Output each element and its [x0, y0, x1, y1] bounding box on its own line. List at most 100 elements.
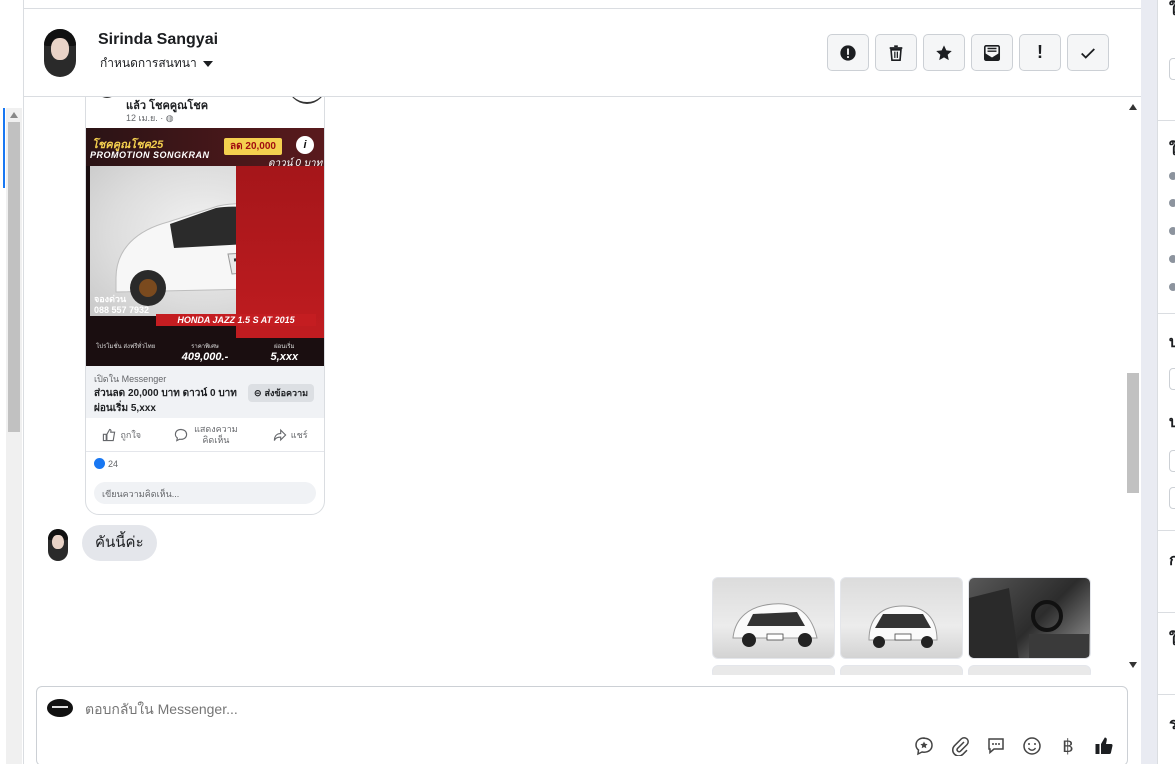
thread-scrollbar[interactable]: [1125, 97, 1141, 675]
panel-list-icon: [1169, 199, 1175, 207]
share-icon: [273, 428, 287, 441]
photo-attachment[interactable]: [968, 577, 1091, 659]
follow-up-button[interactable]: !: [1019, 34, 1061, 71]
comment-icon: [174, 428, 188, 442]
ad-install: 5,xxx: [270, 351, 299, 363]
emoji-button[interactable]: [1021, 735, 1043, 757]
share-button[interactable]: แชร์: [273, 428, 308, 442]
panel-divider: [1158, 530, 1175, 531]
post-actions: ถูกใจ แสดงความคิดเห็น แชร์: [86, 418, 324, 452]
send-like-button[interactable]: [1093, 735, 1115, 757]
globe-icon: ◍: [165, 113, 174, 123]
header-action-buttons: !: [827, 34, 1109, 71]
send-message-label: ส่งข้อความ: [264, 388, 309, 398]
ad-phone: 088 557 7932: [94, 305, 150, 315]
open-in-messenger: เปิดใน Messenger: [94, 374, 167, 384]
scroll-down-arrow-icon[interactable]: [1129, 662, 1137, 668]
paperclip-icon: [952, 736, 969, 756]
star-button[interactable]: [923, 34, 965, 71]
panel-section-heading: ใ: [1169, 628, 1175, 653]
like-count-row[interactable]: 24: [94, 458, 118, 469]
ad-discount-badge: ลด 20,000: [224, 138, 282, 155]
report-button[interactable]: [827, 34, 869, 71]
reply-input[interactable]: [85, 701, 885, 717]
photo-attachment[interactable]: [840, 665, 963, 675]
photo-attachment[interactable]: [840, 577, 963, 659]
page-logo-icon: [47, 699, 73, 717]
inbox-app: Sirinda Sangyai กำหนดการสนทนา ! แล้ว โชค…: [0, 0, 1175, 764]
panel-input[interactable]: [1169, 450, 1175, 472]
ad-promo-text: PROMOTION SONGKRAN: [90, 150, 210, 160]
scrollbar-thumb[interactable]: [8, 122, 20, 432]
post-date-text: 12 เม.ย. ·: [126, 113, 166, 123]
ad-service: โปรโมชั่น ส่งฟรีทั่วไทย: [96, 344, 156, 350]
comment-input[interactable]: เขียนความคิดเห็น...: [94, 482, 316, 504]
send-message-button[interactable]: ⊝ ส่งข้อความ: [248, 384, 315, 402]
panel-section-heading: ใ: [1169, 138, 1175, 163]
conversation-list-scrollbar[interactable]: [6, 108, 22, 764]
ad-model: HONDA JAZZ 1.5 S AT 2015: [156, 314, 316, 326]
ad-image[interactable]: โชคคูณโชค25 PROMOTION SONGKRAN ลด 20,000…: [86, 128, 324, 366]
contact-details-panel: ใ ใ บ บ ก ใ ร: [1157, 0, 1175, 764]
conversation-header: Sirinda Sangyai กำหนดการสนทนา !: [24, 8, 1141, 97]
payment-button[interactable]: ฿: [1057, 735, 1079, 757]
panel-input[interactable]: [1169, 58, 1175, 80]
incoming-message-bubble[interactable]: คันนี้ค่ะ: [82, 525, 157, 561]
mark-unread-icon: [983, 44, 1001, 61]
like-count: 24: [108, 458, 119, 469]
saved-reply-icon: [915, 737, 933, 756]
photo-attachment[interactable]: [712, 577, 835, 659]
composer-toolbar: ฿: [913, 735, 1115, 757]
sender-avatar: [48, 529, 68, 561]
panel-list-icon: [1169, 227, 1175, 235]
panel-divider: [1158, 313, 1175, 314]
mark-unread-button[interactable]: [971, 34, 1013, 71]
assign-conversation-dropdown[interactable]: กำหนดการสนทนา: [100, 54, 213, 73]
ad-headline: ส่วนลด 20,000 บาท ดาวน์ 0 บาท ผ่อนเริ่ม …: [94, 388, 237, 414]
comment-label: แสดงความคิดเห็น: [194, 423, 238, 445]
attach-button[interactable]: [949, 735, 971, 757]
photo-attachment[interactable]: [968, 665, 1091, 675]
panel-list-icon: [1169, 255, 1175, 263]
scrollbar-thumb[interactable]: [1127, 373, 1139, 493]
contact-avatar[interactable]: [44, 29, 76, 77]
star-icon: [936, 44, 952, 60]
saved-reply-button[interactable]: [913, 735, 935, 757]
panel-divider: [1158, 120, 1175, 121]
exclamation-icon: !: [1037, 42, 1043, 62]
comment-button[interactable]: แสดงความคิดเห็น: [174, 424, 240, 446]
panel-list-icon: [1169, 283, 1175, 291]
thumbs-up-icon: [103, 428, 116, 441]
ad-price: 409,000.-: [181, 351, 229, 363]
ad-price-col: ราคาพิเศษ 409,000.-: [165, 338, 244, 366]
info-icon[interactable]: i: [296, 136, 314, 154]
photo-attachment[interactable]: [712, 665, 835, 675]
post-date: 12 เม.ย. · ◍: [126, 111, 174, 125]
panel-section-heading: ใ: [1169, 0, 1175, 23]
active-indicator: [3, 108, 5, 188]
scroll-up-arrow-icon[interactable]: [10, 112, 18, 118]
ad-install-label: ผ่อนเริ่ม: [274, 344, 295, 350]
messenger-icon: ⊝: [254, 387, 262, 398]
panel-section-heading: ร: [1169, 712, 1175, 737]
check-icon: [1081, 47, 1095, 59]
panel-input[interactable]: [1169, 368, 1175, 390]
panel-divider: [1158, 694, 1175, 695]
chat-dots-icon: [988, 738, 1004, 755]
mark-done-button[interactable]: [1067, 34, 1109, 71]
panel-gutter: [1141, 0, 1157, 764]
avatar-face: [52, 534, 64, 550]
contact-name[interactable]: Sirinda Sangyai: [98, 31, 218, 49]
scroll-up-arrow-icon[interactable]: [1129, 104, 1137, 110]
car-thumbnail: [868, 605, 938, 648]
shared-post-card[interactable]: แล้ว โชคคูณโชค 12 เม.ย. · ◍ โชคคูณโชค25 …: [85, 97, 325, 515]
trash-icon: [889, 44, 903, 61]
quick-reply-button[interactable]: [985, 735, 1007, 757]
panel-input[interactable]: [1169, 487, 1175, 509]
like-label: ถูกใจ: [120, 429, 142, 440]
baht-icon: ฿: [1062, 735, 1074, 756]
delete-button[interactable]: [875, 34, 917, 71]
ad-price-label: ราคาพิเศษ: [191, 344, 219, 350]
like-button[interactable]: ถูกใจ: [102, 428, 141, 442]
post-menu-icon[interactable]: [288, 97, 324, 104]
